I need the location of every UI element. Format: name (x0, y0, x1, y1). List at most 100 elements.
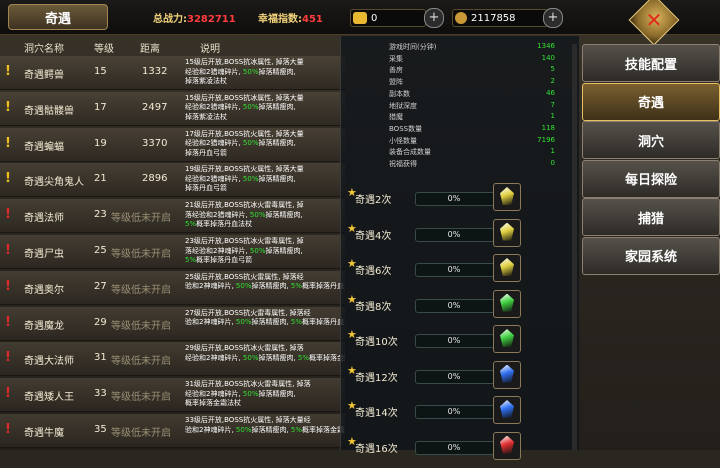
alert-icon: ! (5, 422, 11, 437)
luck-label: 幸福指数: (258, 14, 302, 25)
desc-text: 掉落精瘦肉, (258, 174, 296, 183)
quest-label: 奇遇10次 (355, 337, 398, 348)
table-row[interactable]: ! 奇遇鳄兽 15 1332 15级后开放,BOSS抗冰属性, 掉落大量 经验和2猎魂碎片… (0, 56, 345, 90)
table-row[interactable]: ! 奇遇魔龙 29 等级低未开启 27级后开放,BOSS抗火雷毒属性, 掉落经 验和2神魂… (0, 306, 345, 341)
add-gold-button[interactable]: + (424, 8, 444, 28)
cave-level: 15 (94, 66, 107, 77)
desc-text: 概率掉落金霜法杖 (185, 399, 241, 408)
locked-status: 等级低未开启 (111, 392, 171, 404)
table-row[interactable]: ! 奇遇矮人王 33 等级低未开启 31级后开放,BOSS抗冰火雷毒属性, 掉落 经验和2… (0, 378, 345, 413)
add-coin-button[interactable]: + (543, 8, 563, 28)
cave-level: 33 (94, 388, 107, 400)
stat-name: 善房 (389, 66, 403, 75)
table-row[interactable]: ! 奇遇尸虫 25 等级低未开启 23级后开放,BOSS抗冰火雷毒属性, 掉落经验和2神… (0, 235, 345, 269)
col-distance: 距离 (140, 44, 160, 55)
locked-status: 等级低未开启 (111, 284, 171, 296)
desc-text: 50% (242, 389, 259, 398)
reward-gem[interactable] (493, 218, 521, 247)
crystal-icon (500, 222, 514, 241)
table-row[interactable]: ! 奇遇尖角鬼人 21 2896 19级后开放,BOSS抗火属性, 掉落大量 经验和2猎魂… (0, 163, 345, 198)
cave-distance: 2896 (142, 173, 168, 185)
cave-description: 21级后开放,BOSS抗冰火雷毒属性, 掉落经验和2猎魂碎片, 50%掉落精瘦肉… (185, 201, 345, 230)
cave-description: 29级后开放,BOSS抗冰火雷属性, 掉落 经验和2神魂碎片, 50%掉落精瘦肉,… (185, 344, 345, 363)
desc-text: 50% (242, 174, 259, 183)
stat-name: 小怪数量 (389, 136, 417, 145)
menu-button[interactable]: 洞穴 (582, 121, 720, 159)
stat-name: 地狱深度 (389, 101, 417, 110)
cave-description: 19级后开放,BOSS抗火属性, 掉落大量 经验和2猎魂碎片, 50%掉落精瘦肉,… (185, 165, 345, 194)
cave-description: 15级后开放,BOSS抗冰属性, 掉落大量 经验和2猎魂碎片, 50%掉落精瘦肉,… (185, 94, 345, 123)
cave-level: 31 (94, 352, 107, 364)
stat-row: 游戏时间(分钟) 1346 (389, 42, 555, 53)
desc-text: 50% (235, 318, 252, 327)
stat-row: 装备合成数量 1 (389, 147, 555, 158)
coin-icon (455, 12, 467, 24)
table-row[interactable]: ! 奇遇奥尔 27 等级低未开启 25级后开放,BOSS抗火雷属性, 掉落经 验和2神魂碎… (0, 270, 345, 305)
cave-description: 25级后开放,BOSS抗火雷属性, 掉落经 验和2神魂碎片, 50%掉落精瘦肉, … (185, 273, 345, 292)
desc-text: 掉落精瘦肉, (258, 389, 296, 398)
desc-text: 21级后开放,BOSS抗冰火雷毒属性, 掉 (185, 201, 304, 210)
reward-gem[interactable] (493, 360, 521, 389)
cave-name: 奇遇鳄兽 (24, 70, 64, 81)
stat-row: 采集 140 (389, 54, 555, 65)
desc-text: 50% (242, 67, 259, 76)
table-row[interactable]: ! 奇遇法师 23 等级低未开启 21级后开放,BOSS抗冰火雷毒属性, 掉落经验和2猎… (0, 199, 345, 234)
desc-text: 经验和2猎魂碎片, (185, 139, 243, 148)
menu-button[interactable]: 捕猎 (582, 198, 720, 236)
desc-text: 19级后开放,BOSS抗火属性, 掉落大量 (185, 165, 304, 174)
cave-description: 31级后开放,BOSS抗冰火雷毒属性, 掉落 经验和2神魂碎片, 50%掉落精瘦肉… (185, 380, 345, 409)
cave-level: 21 (94, 173, 107, 185)
stat-row: 地狱深度 7 (389, 101, 555, 112)
crystal-icon (500, 329, 514, 347)
desc-text: 5% (290, 318, 303, 327)
progress-percent: 0% (447, 194, 461, 203)
cave-distance: 2497 (142, 101, 168, 113)
menu-button[interactable]: 奇遇 (582, 82, 720, 121)
stat-name: 盟阵 (389, 78, 403, 87)
alert-icon: ! (5, 135, 11, 151)
luck-value: 451 (302, 14, 323, 25)
crystal-icon (500, 400, 514, 418)
crystal-icon (500, 187, 514, 205)
desc-text: 掉落精瘦肉, (251, 318, 291, 327)
cave-name: 奇遇骷髅兽 (24, 105, 74, 117)
alert-icon: ! (5, 386, 11, 402)
scrollbar[interactable] (572, 44, 577, 450)
desc-text: 掉落精瘦肉, (258, 353, 298, 362)
menu-button[interactable]: 技能配置 (582, 44, 720, 82)
reward-gem[interactable] (493, 431, 521, 460)
desc-text: 掉落精瘦肉, (258, 67, 296, 76)
alert-icon: ! (5, 350, 11, 366)
alert-icon: ! (5, 64, 11, 79)
desc-text: 验和2神魂碎片, (185, 318, 236, 327)
reward-gem[interactable] (493, 289, 521, 318)
table-row[interactable]: ! 奇遇蝙蝠 19 3370 17级后开放,BOSS抗火属性, 掉落大量 经验和2猎魂碎片… (0, 127, 345, 162)
quest-row: ★ 奇遇10次 0% (345, 325, 576, 361)
cave-level: 35 (94, 424, 107, 435)
reward-gem[interactable] (493, 396, 521, 424)
desc-text: 经验和2猎魂碎片, (185, 103, 243, 112)
quest-row: ★ 奇遇8次 0% (345, 289, 576, 326)
alert-icon: ! (5, 99, 11, 115)
stat-value: 46 (546, 88, 555, 97)
desc-text: 经验和2猎魂碎片, (185, 67, 243, 76)
reward-gem[interactable] (493, 183, 521, 211)
crystal-icon (500, 435, 514, 454)
table-row[interactable]: ! 奇遇骷髅兽 17 2497 15级后开放,BOSS抗冰属性, 掉落大量 经验和2猎魂碎… (0, 91, 345, 126)
quest-label: 奇遇16次 (355, 443, 398, 455)
progress-percent: 0% (447, 265, 461, 274)
menu-button[interactable]: 每日探险 (582, 159, 720, 198)
quest-row: ★ 奇遇14次 0% (345, 396, 576, 432)
stat-name: 采集 (389, 54, 403, 63)
stat-value: 7196 (537, 135, 555, 144)
reward-gem[interactable] (493, 254, 521, 282)
close-icon: ✕ (645, 8, 663, 32)
menu-button[interactable]: 家园系统 (582, 236, 720, 275)
desc-text: 验和2神魂碎片, (185, 282, 236, 291)
alert-icon: ! (5, 171, 11, 187)
reward-gem[interactable] (493, 325, 521, 353)
table-row[interactable]: ! 奇遇大法师 31 等级低未开启 29级后开放,BOSS抗冰火雷属性, 掉落 经验和2神… (0, 342, 345, 377)
coin-value: 2117858 (471, 12, 516, 24)
table-row[interactable]: ! 奇遇牛魔 35 等级低未开启 33级后开放,BOSS抗火属性, 掉落大量经 验和2神魂… (0, 414, 345, 448)
desc-text: 掉落紫凌法杖 (185, 77, 227, 85)
